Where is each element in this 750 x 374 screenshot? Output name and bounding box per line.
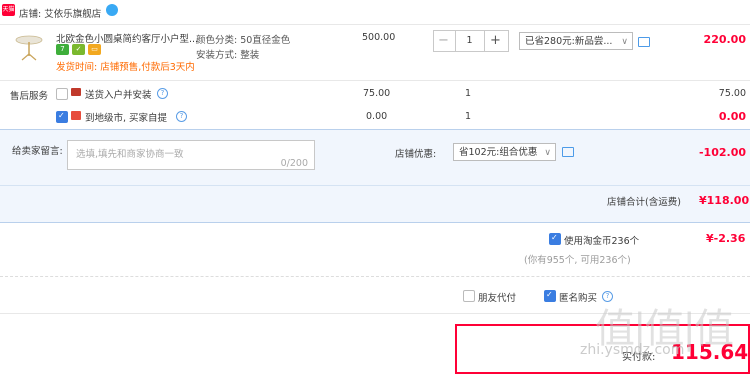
unit-price: 500.00 bbox=[362, 32, 396, 43]
shop-name[interactable]: 店铺: 艾依乐旗舰店 bbox=[19, 6, 101, 20]
site-watermark-url: zhi.ysmdz.com bbox=[580, 342, 685, 358]
service-install-price: 75.00 bbox=[363, 88, 391, 99]
shop-total-value: ¥118.00 bbox=[699, 194, 750, 207]
wangwang-chat-icon[interactable] bbox=[106, 4, 118, 16]
service-pickup-label[interactable]: 到地级市, 买家自提 bbox=[85, 110, 167, 124]
item-discount-value: 已省280元:新品尝... bbox=[525, 36, 613, 47]
seven-day-return-icon: 7 bbox=[56, 44, 69, 55]
friend-pay-checkbox[interactable] bbox=[463, 290, 475, 302]
delivery-truck-icon bbox=[71, 88, 81, 96]
item-title[interactable]: 北欧金色小圆桌简约客厅小户型... bbox=[56, 31, 198, 45]
shop-header: 天猫 店铺: 艾依乐旗舰店 bbox=[0, 0, 750, 24]
taojinbi-note: (你有955个, 可用236个) bbox=[524, 255, 631, 266]
credit-card-icon: ▭ bbox=[88, 44, 101, 55]
delivery-truck-icon bbox=[71, 111, 81, 120]
attr-color: 颜色分类: 50直径金色 bbox=[196, 35, 291, 46]
service-install-qty: 1 bbox=[465, 88, 472, 99]
comment-icon[interactable] bbox=[638, 37, 650, 47]
service-pickup-total: 0.00 bbox=[718, 110, 746, 123]
anonymous-checkbox[interactable] bbox=[544, 290, 556, 302]
tmall-badge: 天猫 bbox=[2, 4, 15, 16]
service-install-checkbox[interactable] bbox=[56, 88, 68, 100]
service-pickup-price: 0.00 bbox=[366, 111, 388, 122]
message-counter: 0/200 bbox=[280, 158, 308, 169]
service-install-label[interactable]: 送货入户并安装 bbox=[85, 87, 152, 101]
product-thumbnail[interactable] bbox=[12, 30, 46, 64]
friend-pay-label[interactable]: 朋友代付 bbox=[478, 290, 516, 304]
message-placeholder: 选填,填先和商家协商一致 bbox=[76, 149, 184, 160]
divider bbox=[0, 276, 750, 277]
service-pickup-checkbox[interactable] bbox=[56, 111, 68, 123]
ship-time-note: 发货时间: 店铺预售,付款后3天内 bbox=[56, 62, 195, 73]
chevron-down-icon: ∨ bbox=[621, 37, 628, 47]
divider bbox=[0, 80, 750, 81]
item-subtotal: 220.00 bbox=[703, 33, 746, 46]
shop-promo-select[interactable]: 省102元:组合优惠 ∨ bbox=[453, 143, 556, 161]
shop-promo-amount: -102.00 bbox=[698, 146, 746, 159]
service-install-total: 75.00 bbox=[718, 88, 746, 99]
shop-promo-label: 店铺优惠: bbox=[395, 149, 437, 160]
shop-total-label: 店铺合计(含运费) bbox=[607, 197, 681, 208]
help-icon[interactable]: ? bbox=[157, 88, 168, 99]
message-to-seller-input[interactable]: 选填,填先和商家协商一致 0/200 bbox=[67, 140, 315, 170]
quantity-increment-button[interactable]: + bbox=[485, 31, 506, 51]
anonymous-label[interactable]: 匿名购买 bbox=[559, 290, 597, 304]
guarantee-icon: ✓ bbox=[72, 44, 85, 55]
comment-icon[interactable] bbox=[562, 147, 574, 157]
taojinbi-discount: ¥-2.36 bbox=[706, 232, 746, 245]
divider bbox=[0, 24, 750, 25]
shop-promo-value: 省102元:组合优惠 bbox=[459, 147, 538, 158]
attr-install: 安装方式: 整装 bbox=[196, 50, 260, 61]
use-taojinbi-checkbox[interactable] bbox=[549, 233, 561, 245]
taojinbi-label[interactable]: 使用淘金币236个 bbox=[564, 233, 639, 247]
item-discount-select[interactable]: 已省280元:新品尝... ∨ bbox=[519, 32, 633, 50]
service-label: 售后服务 bbox=[10, 91, 49, 102]
service-pickup-qty: 1 bbox=[465, 111, 472, 122]
divider bbox=[0, 185, 750, 186]
quantity-input[interactable]: 1 bbox=[456, 31, 483, 51]
message-label: 给卖家留言: bbox=[12, 146, 63, 157]
chevron-down-icon: ∨ bbox=[544, 148, 551, 158]
quantity-decrement-button[interactable]: − bbox=[433, 31, 454, 51]
help-icon[interactable]: ? bbox=[176, 111, 187, 122]
